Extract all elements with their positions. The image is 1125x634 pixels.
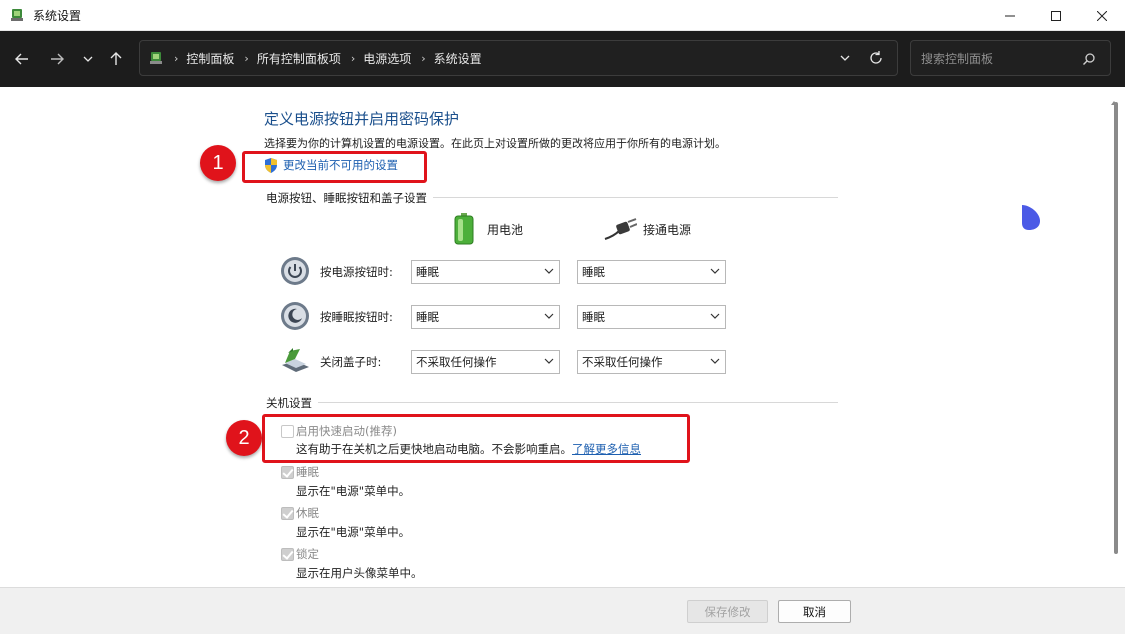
chevron-right-icon[interactable]: › [244, 52, 248, 65]
forward-button[interactable] [45, 47, 69, 71]
up-button[interactable] [104, 47, 128, 71]
control-panel-icon [11, 9, 23, 21]
control-panel-icon [150, 52, 162, 64]
scroll-up-icon[interactable] [1111, 101, 1117, 105]
search-placeholder: 搜索控制面板 [921, 51, 994, 66]
annotation-box-1 [242, 151, 427, 183]
address-bar[interactable]: › 控制面板 › 所有控制面板项 › 电源选项 › 系统设置 [139, 40, 898, 76]
sleep-button-plugged-select[interactable]: 睡眠 [577, 305, 726, 329]
section-divider [266, 402, 838, 403]
sleep-menu-description: 显示在"电源"菜单中。 [296, 484, 411, 498]
scrollbar[interactable] [1114, 90, 1118, 556]
lock-menu-label: 锁定 [296, 547, 319, 561]
chevron-right-icon: › [174, 51, 179, 65]
recent-locations-button[interactable] [76, 47, 100, 71]
lid-close-label: 关闭盖子时: [320, 355, 382, 369]
power-button-icon [281, 257, 309, 285]
lock-menu-checkbox[interactable] [281, 548, 294, 561]
battery-label: 用电池 [487, 222, 524, 237]
lid-close-battery-select[interactable]: 不采取任何操作 [411, 350, 560, 374]
close-button[interactable] [1079, 0, 1125, 31]
chevron-down-icon [710, 313, 720, 319]
save-changes-button[interactable]: 保存修改 [687, 600, 768, 623]
chevron-down-icon [544, 358, 554, 364]
chevron-right-icon[interactable]: › [421, 52, 425, 65]
chevron-down-icon [710, 358, 720, 364]
search-input[interactable]: 搜索控制面板 [910, 40, 1111, 76]
laptop-lid-icon [282, 348, 309, 372]
cancel-button[interactable]: 取消 [778, 600, 851, 623]
breadcrumb-item[interactable]: 电源选项 [363, 50, 411, 67]
power-plug-icon [604, 218, 637, 240]
lock-menu-description: 显示在用户头像菜单中。 [296, 566, 423, 580]
power-button-plugged-select[interactable]: 睡眠 [577, 260, 726, 284]
power-section-title: 电源按钮、睡眠按钮和盖子设置 [266, 190, 433, 206]
back-button[interactable] [10, 47, 34, 71]
select-value: 不采取任何操作 [582, 355, 663, 369]
maximize-button[interactable] [1033, 0, 1079, 31]
hibernate-menu-description: 显示在"电源"菜单中。 [296, 525, 411, 539]
sleep-menu-checkbox[interactable] [281, 466, 294, 479]
page-description: 选择要为你的计算机设置的电源设置。在此页上对设置所做的更改将应用于你所有的电源计… [264, 137, 726, 150]
forward-arrow-icon [51, 53, 64, 65]
close-icon [1097, 10, 1107, 21]
navigation-bar: › 控制面板 › 所有控制面板项 › 电源选项 › 系统设置 搜索控制面板 [0, 31, 1125, 87]
page-title: 定义电源按钮并启用密码保护 [264, 110, 460, 128]
select-value: 睡眠 [582, 310, 605, 324]
hibernate-menu-label: 休眠 [296, 506, 319, 520]
select-value: 不采取任何操作 [416, 355, 497, 369]
chevron-down-icon [83, 56, 93, 62]
battery-column-header: 用电池 [453, 213, 523, 245]
scrollbar-thumb[interactable] [1114, 102, 1118, 554]
annotation-badge-2: 2 [226, 420, 262, 456]
breadcrumb: › 控制面板 › 所有控制面板项 › 电源选项 › 系统设置 [148, 50, 482, 67]
sleep-button-icon [281, 302, 309, 330]
refresh-icon[interactable] [868, 50, 884, 66]
power-button-battery-select[interactable]: 睡眠 [411, 260, 560, 284]
title-bar: 系统设置 [0, 0, 1125, 31]
cursor-shape-icon [1022, 205, 1040, 230]
sleep-button-label: 按睡眠按钮时: [320, 310, 393, 324]
select-value: 睡眠 [416, 310, 439, 324]
plugged-in-label: 接通电源 [643, 222, 692, 237]
main-content: 定义电源按钮并启用密码保护 选择要为你的计算机设置的电源设置。在此页上对设置所做… [0, 87, 1125, 587]
breadcrumb-item[interactable]: 所有控制面板项 [257, 50, 341, 67]
back-arrow-icon [15, 53, 28, 65]
plugged-in-column-header: 接通电源 [603, 217, 691, 241]
search-icon[interactable] [1082, 52, 1096, 66]
minimize-icon [1005, 15, 1015, 16]
select-value: 睡眠 [582, 265, 605, 279]
address-dropdown-icon[interactable] [840, 51, 850, 65]
up-arrow-icon [110, 52, 122, 65]
breadcrumb-item[interactable]: 系统设置 [434, 50, 482, 67]
hibernate-menu-checkbox[interactable] [281, 507, 294, 520]
sleep-button-battery-select[interactable]: 睡眠 [411, 305, 560, 329]
lid-close-plugged-select[interactable]: 不采取任何操作 [577, 350, 726, 374]
battery-icon [454, 213, 474, 245]
chevron-down-icon [544, 313, 554, 319]
breadcrumb-item[interactable]: 控制面板 [186, 50, 234, 67]
minimize-button[interactable] [987, 0, 1033, 31]
shutdown-section-title: 关机设置 [266, 395, 318, 411]
chevron-down-icon [710, 268, 720, 274]
chevron-right-icon[interactable]: › [351, 52, 355, 65]
footer-bar: 保存修改 取消 [0, 587, 1125, 634]
window-title: 系统设置 [33, 8, 82, 23]
maximize-icon [1051, 10, 1061, 21]
sleep-menu-label: 睡眠 [296, 465, 319, 479]
power-button-label: 按电源按钮时: [320, 265, 393, 279]
select-value: 睡眠 [416, 265, 439, 279]
annotation-badge-1: 1 [200, 145, 236, 181]
chevron-down-icon [544, 268, 554, 274]
annotation-box-2 [262, 414, 690, 463]
